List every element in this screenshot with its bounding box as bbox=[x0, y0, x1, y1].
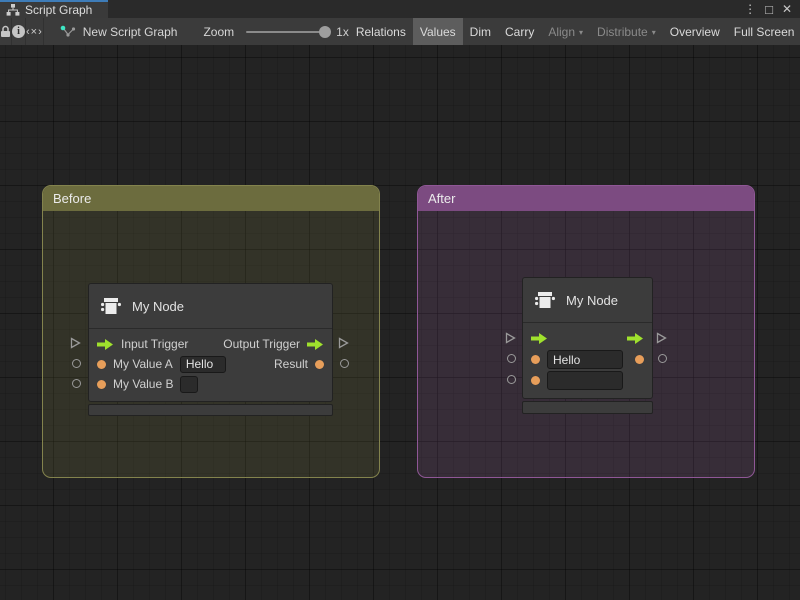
script-graph-icon bbox=[60, 25, 76, 39]
close-icon[interactable]: ✕ bbox=[782, 3, 792, 15]
lock-button[interactable] bbox=[0, 18, 12, 45]
group-after-title: After bbox=[428, 191, 455, 206]
value-a-field[interactable]: Hello bbox=[547, 350, 623, 369]
port-row: Hello bbox=[523, 349, 652, 370]
outer-value-port[interactable] bbox=[658, 354, 667, 363]
outer-value-port[interactable] bbox=[507, 375, 516, 384]
zoom-value: 1x bbox=[336, 25, 349, 39]
lock-icon bbox=[0, 25, 11, 38]
zoom-control: Zoom 1x bbox=[203, 25, 348, 39]
zoom-slider[interactable] bbox=[246, 31, 326, 33]
carry-button[interactable]: Carry bbox=[498, 18, 541, 45]
unit-icon bbox=[533, 288, 557, 312]
port-label: My Value B bbox=[113, 377, 173, 391]
graph-hierarchy-icon bbox=[6, 4, 20, 16]
fullscreen-label: Full Screen bbox=[734, 25, 795, 39]
outer-trigger-port[interactable] bbox=[338, 337, 349, 349]
relations-button[interactable]: Relations bbox=[349, 18, 413, 45]
outer-trigger-port[interactable] bbox=[505, 332, 516, 344]
code-icon: ‹×› bbox=[26, 26, 43, 38]
group-before-title: Before bbox=[53, 191, 91, 206]
outer-trigger-port[interactable] bbox=[656, 332, 667, 344]
trigger-in-port[interactable] bbox=[97, 339, 114, 350]
node-title: My Node bbox=[566, 293, 618, 308]
value-in-port[interactable] bbox=[97, 380, 106, 389]
menu-dots-icon[interactable]: ⋮ bbox=[744, 3, 756, 15]
carry-label: Carry bbox=[505, 25, 534, 39]
unit-icon bbox=[99, 294, 123, 318]
distribute-label: Distribute bbox=[597, 25, 648, 39]
value-in-port[interactable] bbox=[531, 355, 540, 364]
value-b-field[interactable] bbox=[547, 371, 623, 390]
node-my-node-after[interactable]: My Node Hello bbox=[522, 277, 653, 399]
port-row bbox=[523, 328, 652, 349]
window-controls: ⋮ □ ✕ bbox=[744, 0, 800, 18]
tab-script-graph[interactable]: Script Graph bbox=[0, 0, 108, 18]
graph-title-area: New Script Graph bbox=[60, 25, 178, 39]
value-b-field[interactable] bbox=[180, 376, 198, 393]
dim-button[interactable]: Dim bbox=[463, 18, 498, 45]
code-toggle-button[interactable]: ‹×› bbox=[26, 18, 44, 45]
outer-value-port[interactable] bbox=[72, 379, 81, 388]
tab-label: Script Graph bbox=[25, 3, 92, 17]
outer-value-port[interactable] bbox=[507, 354, 516, 363]
node-my-node-before[interactable]: My Node Input Trigger Output Trigger bbox=[88, 283, 333, 402]
port-label: Output Trigger bbox=[223, 337, 300, 351]
outer-value-port[interactable] bbox=[72, 359, 81, 368]
toolbar: i ‹×› New Script Graph Zoom 1x Relations… bbox=[0, 18, 800, 46]
value-out-port[interactable] bbox=[635, 355, 644, 364]
info-icon: i bbox=[12, 25, 25, 38]
zoom-slider-handle[interactable] bbox=[319, 26, 331, 38]
values-button[interactable]: Values bbox=[413, 18, 463, 45]
group-before-header[interactable]: Before bbox=[43, 186, 379, 211]
group-after-header[interactable]: After bbox=[418, 186, 754, 211]
port-row: Input Trigger Output Trigger bbox=[89, 334, 332, 354]
outer-trigger-port[interactable] bbox=[70, 337, 81, 349]
port-label: My Value A bbox=[113, 357, 173, 371]
trigger-in-port[interactable] bbox=[531, 333, 548, 344]
node-body: Input Trigger Output Trigger My Value A … bbox=[89, 329, 332, 401]
chevron-down-icon: ▾ bbox=[652, 28, 656, 37]
port-label: Result bbox=[274, 357, 308, 371]
port-row bbox=[523, 370, 652, 391]
align-dropdown[interactable]: Align ▾ bbox=[541, 18, 590, 45]
graph-name-label: New Script Graph bbox=[83, 25, 178, 39]
node-footer-bar[interactable] bbox=[88, 404, 333, 416]
info-button[interactable]: i bbox=[12, 18, 26, 45]
outer-value-port[interactable] bbox=[340, 359, 349, 368]
trigger-out-port[interactable] bbox=[307, 339, 324, 350]
node-body: Hello bbox=[523, 323, 652, 398]
fullscreen-button[interactable]: Full Screen bbox=[727, 18, 800, 45]
overview-button[interactable]: Overview bbox=[663, 18, 727, 45]
zoom-label: Zoom bbox=[203, 25, 234, 39]
view-options: Relations Values Dim Carry Align ▾ Distr… bbox=[349, 18, 800, 45]
tab-bar: Script Graph ⋮ □ ✕ bbox=[0, 0, 800, 18]
value-a-field[interactable]: Hello bbox=[180, 356, 226, 373]
chevron-down-icon: ▾ bbox=[579, 28, 583, 37]
value-in-port[interactable] bbox=[97, 360, 106, 369]
node-header[interactable]: My Node bbox=[89, 284, 332, 329]
dim-label: Dim bbox=[470, 25, 491, 39]
distribute-dropdown[interactable]: Distribute ▾ bbox=[590, 18, 663, 45]
node-footer-bar[interactable] bbox=[522, 401, 653, 414]
maximize-icon[interactable]: □ bbox=[765, 3, 773, 16]
value-out-port[interactable] bbox=[315, 360, 324, 369]
trigger-out-port[interactable] bbox=[627, 333, 644, 344]
values-label: Values bbox=[420, 25, 456, 39]
port-label: Input Trigger bbox=[121, 337, 188, 351]
port-row: My Value B bbox=[89, 374, 332, 394]
node-header[interactable]: My Node bbox=[523, 278, 652, 323]
port-row: My Value A Hello Result bbox=[89, 354, 332, 374]
value-in-port[interactable] bbox=[531, 376, 540, 385]
overview-label: Overview bbox=[670, 25, 720, 39]
node-title: My Node bbox=[132, 299, 184, 314]
graph-canvas[interactable]: Before After bbox=[0, 45, 800, 600]
relations-label: Relations bbox=[356, 25, 406, 39]
align-label: Align bbox=[548, 25, 575, 39]
